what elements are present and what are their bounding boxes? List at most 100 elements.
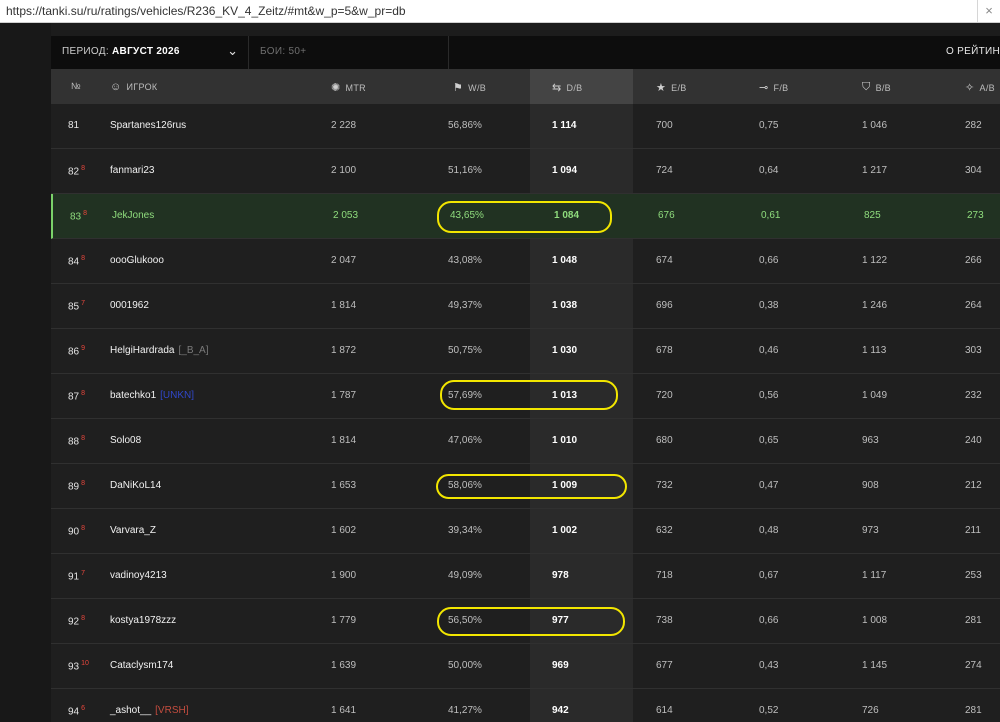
fb-cell: 0,61 [761,210,781,221]
table-row[interactable]: 93 10 Cataclysm174 1 639 50,00% 969 677 0,43 1 1… [51,644,1000,689]
player-name-link[interactable]: fanmari23 [110,165,154,176]
player-name-link[interactable]: Cataclysm174 [110,660,173,671]
column-wb-icon: ⚑ [453,82,464,94]
rank-cell: 94 6 [68,705,85,717]
player-name-link[interactable]: kostya1978zzz [110,615,176,626]
clan-tag-link[interactable]: [_B_A] [178,345,208,356]
url-text[interactable]: https://tanki.su/ru/ratings/vehicles/R23… [6,4,406,18]
mtr-cell: 1 602 [331,525,357,536]
player-name-link[interactable]: JekJones [112,210,154,221]
player-name-link[interactable]: vadinoy4213 [110,570,167,581]
close-icon[interactable]: × [977,0,1000,22]
rank-cell: 86 9 [68,345,85,357]
mtr-cell: 2 228 [331,120,357,131]
bb-cell: 1 145 [862,660,888,671]
player-cell: kostya1978zzz [110,615,176,626]
ab-cell: 264 [965,300,982,311]
player-cell: Spartanes126rus [110,120,186,131]
ab-cell: 304 [965,165,982,176]
table-row[interactable]: 84 8 oooGlukooo 2 047 43,08% 1 048 674 0,66 1 12… [51,239,1000,284]
player-name-link[interactable]: oooGlukooo [110,255,164,266]
bb-cell: 1 049 [862,390,888,401]
wb-cell: 49,09% [448,570,482,581]
ab-cell: 211 [965,525,981,536]
ratings-page: ПЕРИОД: АВГУСТ 2026 ⌄ БОИ: 50+ О РЕЙТИН … [0,23,1000,722]
rank-change-badge: 8 [81,165,86,172]
player-name-link[interactable]: 0001962 [110,300,149,311]
mtr-cell: 1 814 [331,435,357,446]
fb-cell: 0,43 [759,660,779,671]
rank-cell: 90 8 [68,525,85,537]
column-header-db[interactable]: ⇆ D/B [552,81,582,94]
bb-cell: 825 [864,210,881,221]
column-header-bb[interactable]: ⛉ B/B [862,81,891,94]
eb-cell: 614 [656,705,673,716]
column-header-label: ИГРОК [126,82,158,92]
player-name-link[interactable]: Varvara_Z [110,525,156,536]
bb-cell: 1 046 [862,120,888,131]
player-name-link[interactable]: DaNiKoL14 [110,480,161,491]
table-row[interactable]: 85 7 0001962 1 814 49,37% 1 038 696 0,38 1 246 26… [51,284,1000,329]
table-row[interactable]: 94 6 _ashot__ [VRSH] 1 641 41,27% 942 614 0,52 72… [51,689,1000,722]
clan-tag-link[interactable]: [UNKN] [160,390,194,401]
column-ab-icon: ✧ [965,82,975,94]
wb-cell: 50,00% [448,660,482,671]
rank-cell: 93 10 [68,660,89,672]
player-name-link[interactable]: _ashot__ [110,705,151,716]
table-row[interactable]: 90 8 Varvara_Z 1 602 39,34% 1 002 632 0,48 973 21… [51,509,1000,554]
mtr-cell: 1 814 [331,300,357,311]
table-row[interactable]: 82 8 fanmari23 2 100 51,16% 1 094 724 0,64 1 217… [51,149,1000,194]
wb-cell: 49,37% [448,300,482,311]
rank-cell: 91 7 [68,570,85,582]
column-header-mtr[interactable]: ✺ MTR [331,81,366,94]
fb-cell: 0,48 [759,525,779,536]
clan-tag-link[interactable]: [VRSH] [155,705,188,716]
bb-cell: 726 [862,705,879,716]
browser-address-bar[interactable]: https://tanki.su/ru/ratings/vehicles/R23… [0,0,1000,23]
chevron-down-icon[interactable]: ⌄ [227,43,238,59]
player-name-link[interactable]: Solo08 [110,435,141,446]
player-cell: DaNiKoL14 [110,480,161,491]
column-mtr-icon: ✺ [331,82,341,94]
about-rating-link[interactable]: О РЕЙТИН [946,46,1000,57]
column-header-eb[interactable]: ★ E/B [656,81,687,94]
eb-cell: 700 [656,120,673,131]
rank-change-badge: 8 [81,390,86,397]
table-row[interactable]: 91 7 vadinoy4213 1 900 49,09% 978 718 0,67 1 117… [51,554,1000,599]
player-cell: batechko1 [UNKN] [110,390,194,401]
column-header-wb[interactable]: ⚑ W/B [453,81,486,94]
rank-change-badge: 7 [81,300,86,307]
rank-value: 94 [68,706,80,718]
column-fb-icon: ⊸ [759,82,769,94]
rank-change-badge: 9 [81,345,86,352]
player-name-link[interactable]: HelgiHardrada [110,345,174,356]
mtr-cell: 1 872 [331,345,357,356]
db-cell: 942 [552,705,569,716]
bb-cell: 1 008 [862,615,888,626]
player-cell: Cataclysm174 [110,660,173,671]
table-row[interactable]: 86 9 HelgiHardrada [_B_A] 1 872 50,75% 1 030 67… [51,329,1000,374]
ab-cell: 274 [965,660,982,671]
player-name-link[interactable]: Spartanes126rus [110,120,186,131]
player-name-link[interactable]: batechko1 [110,390,156,401]
bb-cell: 1 117 [862,570,887,581]
column-header-player[interactable]: ☺ ИГРОК [110,81,157,93]
period-dropdown[interactable]: ПЕРИОД: АВГУСТ 2026 ⌄ [51,36,249,69]
rank-change-badge: 7 [81,570,86,577]
table-row[interactable]: 88 8 Solo08 1 814 47,06% 1 010 680 0,65 963 240 [51,419,1000,464]
battles-filter[interactable]: БОИ: 50+ [249,36,449,69]
table-row[interactable]: 81 Spartanes126rus 2 228 56,86% 1 114 700 0,75… [51,104,1000,149]
column-header-rank[interactable]: № [71,81,81,91]
column-header-fb[interactable]: ⊸ F/B [759,81,788,94]
column-header-label: A/B [979,82,995,93]
db-cell: 1 038 [552,300,578,311]
ab-cell: 282 [965,120,982,131]
column-db-icon: ⇆ [552,82,562,94]
rank-value: 92 [68,616,80,628]
rank-value: 88 [68,436,80,448]
wb-cell: 43,08% [448,255,482,266]
db-cell: 1 048 [552,255,578,266]
mtr-cell: 1 787 [331,390,357,401]
column-header-ab[interactable]: ✧ A/B [965,81,995,94]
ab-cell: 281 [965,615,982,626]
